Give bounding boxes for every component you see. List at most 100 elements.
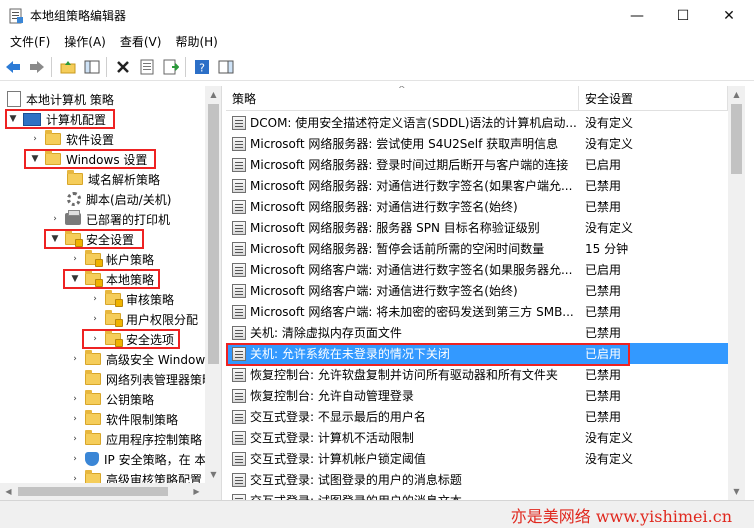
chevron-right-icon[interactable]: › (89, 293, 101, 305)
tree-item-public-key[interactable]: › 公钥策略 (69, 389, 154, 409)
tree-item-printers[interactable]: › 已部署的打印机 (49, 209, 170, 229)
scroll-right-icon[interactable]: ▶ (188, 483, 205, 500)
help-button[interactable]: ? (191, 56, 213, 78)
scroll-left-icon[interactable]: ◀ (0, 483, 17, 500)
folder-icon (67, 170, 83, 185)
close-icon: ✕ (723, 7, 735, 24)
column-header-policy[interactable]: 策略 ^ (226, 86, 579, 111)
list-vertical-scrollbar[interactable]: ▲ ▼ (728, 86, 745, 500)
tree-item-ip-security[interactable]: › IP 安全策略，在 本 (69, 449, 206, 469)
tree-item-account-policies[interactable]: › 帐户策略 (69, 249, 154, 269)
policy-setting-icon (232, 115, 246, 130)
table-row[interactable]: Microsoft 网络客户端: 将未加密的密码发送到第三方 SMB... 已禁用 (226, 301, 728, 322)
menu-view[interactable]: 查看(V) (113, 31, 169, 53)
policy-setting-value: 没有定义 (585, 137, 634, 151)
chevron-right-icon[interactable]: › (69, 453, 81, 465)
tree-item-network-list[interactable]: 网络列表管理器策略 (85, 369, 214, 389)
export-list-button[interactable] (160, 56, 182, 78)
tree-item-root[interactable]: 本地计算机 策略 (7, 89, 114, 109)
console-tree-icon (84, 60, 100, 73)
tree-vertical-scrollbar[interactable]: ▲ ▼ (205, 86, 221, 483)
back-arrow-icon (6, 60, 20, 73)
folder-icon (85, 350, 101, 365)
tree-item-app-control[interactable]: › 应用程序控制策略 (69, 429, 202, 449)
table-row[interactable]: 交互式登录: 试图登录的用户的消息文本 (226, 490, 728, 500)
tree-label: 帐户策略 (106, 252, 155, 267)
tree-item-scripts[interactable]: 脚本(启动/关机) (67, 189, 171, 209)
policy-setting-icon (232, 136, 246, 151)
policy-setting-icon (232, 178, 246, 193)
forward-button[interactable] (26, 56, 48, 78)
policy-setting-icon (232, 304, 246, 319)
policy-setting-value: 已启用 (585, 158, 622, 172)
column-header-setting[interactable]: 安全设置 (579, 86, 728, 111)
chevron-right-icon[interactable]: › (69, 253, 81, 265)
scroll-up-icon[interactable]: ▲ (205, 86, 221, 103)
policy-setting-icon (232, 157, 246, 172)
toolbar: ? (0, 53, 754, 81)
chevron-right-icon[interactable]: › (69, 413, 81, 425)
policy-name: Microsoft 网络服务器: 尝试使用 S4U2Self 获取声明信息 (250, 137, 559, 151)
scroll-thumb[interactable] (208, 104, 219, 364)
table-row[interactable]: Microsoft 网络服务器: 尝试使用 S4U2Self 获取声明信息 没有定… (226, 133, 728, 154)
chevron-right-icon[interactable]: › (49, 213, 61, 225)
policy-setting-icon (232, 199, 246, 214)
show-hide-tree-button[interactable] (81, 56, 103, 78)
back-button[interactable] (2, 56, 24, 78)
tree-item-audit-policy[interactable]: › 审核策略 (89, 289, 174, 309)
table-row[interactable]: Microsoft 网络服务器: 对通信进行数字签名(如果客户端允... 已禁用 (226, 175, 728, 196)
table-row[interactable]: 交互式登录: 计算机帐户锁定阈值 没有定义 (226, 448, 728, 469)
table-row[interactable]: 恢复控制台: 允许软盘复制并访问所有驱动器和所有文件夹 已禁用 (226, 364, 728, 385)
menu-help[interactable]: 帮助(H) (168, 31, 224, 53)
delete-button[interactable] (112, 56, 134, 78)
chevron-right-icon[interactable]: › (89, 313, 101, 325)
sort-ascending-icon: ^ (398, 86, 406, 95)
policy-setting-value: 已禁用 (585, 368, 622, 382)
table-row[interactable]: Microsoft 网络服务器: 服务器 SPN 目标名称验证级别 没有定义 (226, 217, 728, 238)
table-row[interactable]: 恢复控制台: 允许自动管理登录 已禁用 (226, 385, 728, 406)
policy-name: 恢复控制台: 允许软盘复制并访问所有驱动器和所有文件夹 (250, 368, 558, 382)
policy-name: 交互式登录: 计算机不活动限制 (250, 431, 414, 445)
table-row[interactable]: DCOM: 使用安全描述符定义语言(SDDL)语法的计算机启动... 没有定义 (226, 112, 728, 133)
tree-item-firewall[interactable]: › 高级安全 Window (69, 349, 205, 369)
chevron-right-icon[interactable]: › (69, 393, 81, 405)
minimize-button[interactable]: — (614, 0, 660, 31)
secure-folder-icon (85, 250, 103, 267)
properties-button[interactable] (136, 56, 158, 78)
table-row[interactable]: 交互式登录: 计算机不活动限制 没有定义 (226, 427, 728, 448)
scroll-down-icon[interactable]: ▼ (728, 483, 745, 500)
highlight-box (63, 269, 160, 289)
table-row[interactable]: 关机: 清除虚拟内存页面文件 已禁用 (226, 322, 728, 343)
scroll-down-icon[interactable]: ▼ (205, 466, 221, 483)
policy-setting-icon (232, 430, 246, 445)
tree-horizontal-scrollbar[interactable]: ◀ ▶ (0, 483, 221, 500)
menu-file[interactable]: 文件(F) (3, 31, 57, 53)
up-folder-icon (60, 60, 76, 73)
table-row[interactable]: 交互式登录: 试图登录的用户的消息标题 (226, 469, 728, 490)
tree-label: 域名解析策略 (88, 172, 161, 187)
table-row[interactable]: Microsoft 网络服务器: 登录时间过期后断开与客户端的连接 已启用 (226, 154, 728, 175)
policy-setting-icon (232, 472, 246, 487)
close-button[interactable]: ✕ (706, 0, 752, 31)
chevron-right-icon[interactable]: › (69, 433, 81, 445)
tree-item-name-resolution[interactable]: 域名解析策略 (67, 169, 160, 189)
scroll-up-icon[interactable]: ▲ (728, 86, 745, 103)
tree-item-software-settings[interactable]: › 软件设置 (29, 129, 114, 149)
table-row[interactable]: Microsoft 网络服务器: 对通信进行数字签名(始终) 已禁用 (226, 196, 728, 217)
highlight-box (82, 329, 180, 349)
table-row[interactable]: Microsoft 网络客户端: 对通信进行数字签名(始终) 已禁用 (226, 280, 728, 301)
tree-item-software-restriction[interactable]: › 软件限制策略 (69, 409, 178, 429)
menu-action[interactable]: 操作(A) (57, 31, 113, 53)
table-row[interactable]: Microsoft 网络客户端: 对通信进行数字签名(如果服务器允... 已启用 (226, 259, 728, 280)
chevron-right-icon[interactable]: › (29, 133, 41, 145)
chevron-right-icon[interactable]: › (69, 353, 81, 365)
forward-arrow-icon (30, 60, 44, 73)
up-folder-button[interactable] (57, 56, 79, 78)
maximize-button[interactable]: ☐ (660, 0, 706, 31)
table-row[interactable]: 交互式登录: 不显示最后的用户名 已禁用 (226, 406, 728, 427)
scroll-thumb[interactable] (731, 104, 742, 174)
scroll-thumb[interactable] (18, 487, 168, 496)
tree-item-user-rights[interactable]: › 用户权限分配 (89, 309, 198, 329)
table-row[interactable]: Microsoft 网络服务器: 暂停会话前所需的空闲时间数量 15 分钟 (226, 238, 728, 259)
show-action-pane-button[interactable] (215, 56, 237, 78)
